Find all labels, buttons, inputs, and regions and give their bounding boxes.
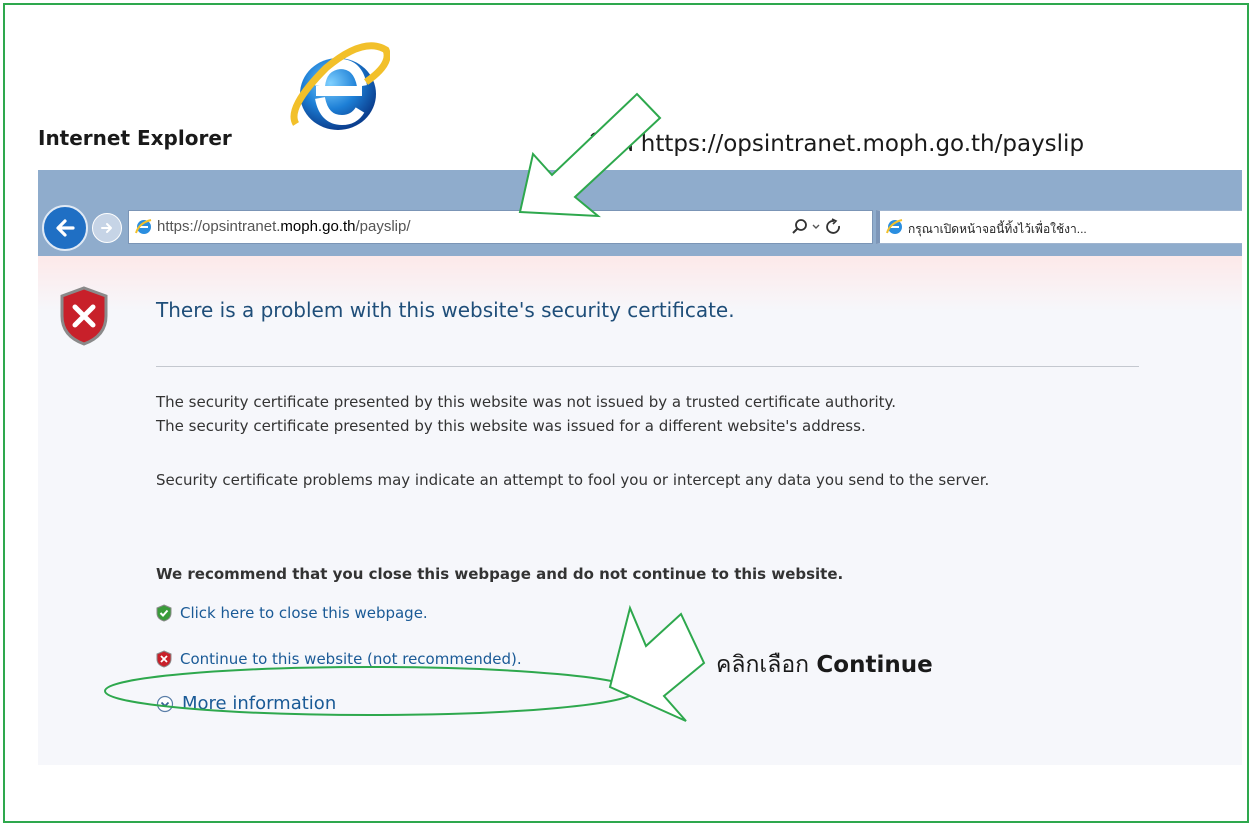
more-information-link[interactable]: More information bbox=[182, 693, 336, 714]
expand-circle-icon bbox=[156, 695, 174, 712]
arrow-right-icon bbox=[101, 223, 112, 233]
close-page-link-row[interactable]: Click here to close this webpage. bbox=[156, 604, 428, 622]
certificate-details: The security certificate presented by th… bbox=[156, 390, 1156, 438]
address-url: https://opsintranet.moph.go.th/payslip/ bbox=[157, 218, 411, 235]
continue-link-row[interactable]: Continue to this website (not recommende… bbox=[156, 650, 522, 668]
address-tools bbox=[792, 218, 840, 234]
ie-page-icon bbox=[135, 219, 152, 234]
ie-tab-icon bbox=[886, 219, 903, 234]
url-suffix: /payslip/ bbox=[355, 218, 411, 235]
red-shield-error-icon bbox=[60, 286, 108, 346]
detail-line-2: The security certificate presented by th… bbox=[156, 417, 866, 435]
browser-window: https://opsintranet.moph.go.th/payslip/ … bbox=[38, 170, 1242, 765]
forward-button[interactable] bbox=[92, 213, 122, 243]
close-page-link[interactable]: Click here to close this webpage. bbox=[180, 604, 428, 622]
internet-explorer-logo bbox=[290, 42, 390, 130]
browser-tab[interactable]: กรุณาเปิดหน้าจอนี้ทิ้งไว้เพื่อใช้งา... bbox=[876, 210, 1242, 244]
green-shield-check-icon bbox=[156, 604, 172, 622]
back-button[interactable] bbox=[42, 205, 88, 251]
refresh-icon[interactable] bbox=[826, 218, 840, 234]
tab-title: กรุณาเปิดหน้าจอนี้ทิ้งไว้เพื่อใช้งา... bbox=[908, 222, 1087, 236]
error-page: There is a problem with this website's s… bbox=[38, 256, 1242, 765]
address-bar[interactable]: https://opsintranet.moph.go.th/payslip/ bbox=[128, 210, 873, 244]
browser-toolbar: https://opsintranet.moph.go.th/payslip/ … bbox=[38, 170, 1242, 256]
warning-text: Security certificate problems may indica… bbox=[156, 471, 990, 489]
click-continue-instruction: คลิกเลือก Continue bbox=[716, 647, 933, 683]
url-host: moph.go.th bbox=[280, 218, 356, 235]
click-instruction-strong: Continue bbox=[816, 652, 933, 678]
chevron-down-icon[interactable] bbox=[812, 224, 820, 229]
continue-link[interactable]: Continue to this website (not recommende… bbox=[180, 650, 522, 668]
recommendation-text: We recommend that you close this webpage… bbox=[156, 565, 844, 583]
more-information-row[interactable]: More information bbox=[156, 693, 336, 714]
detail-line-1: The security certificate presented by th… bbox=[156, 393, 897, 411]
type-url-instruction: พิมพ์ https://opsintranet.moph.go.th/pay… bbox=[588, 131, 1085, 157]
arrow-left-icon bbox=[56, 219, 75, 237]
error-title: There is a problem with this website's s… bbox=[156, 298, 735, 322]
app-caption: Internet Explorer bbox=[38, 126, 232, 150]
click-instruction-prefix: คลิกเลือก bbox=[716, 652, 817, 678]
divider bbox=[156, 366, 1139, 367]
red-shield-x-icon bbox=[156, 650, 172, 668]
search-icon[interactable] bbox=[792, 219, 807, 234]
url-prefix: https://opsintranet. bbox=[157, 218, 281, 235]
